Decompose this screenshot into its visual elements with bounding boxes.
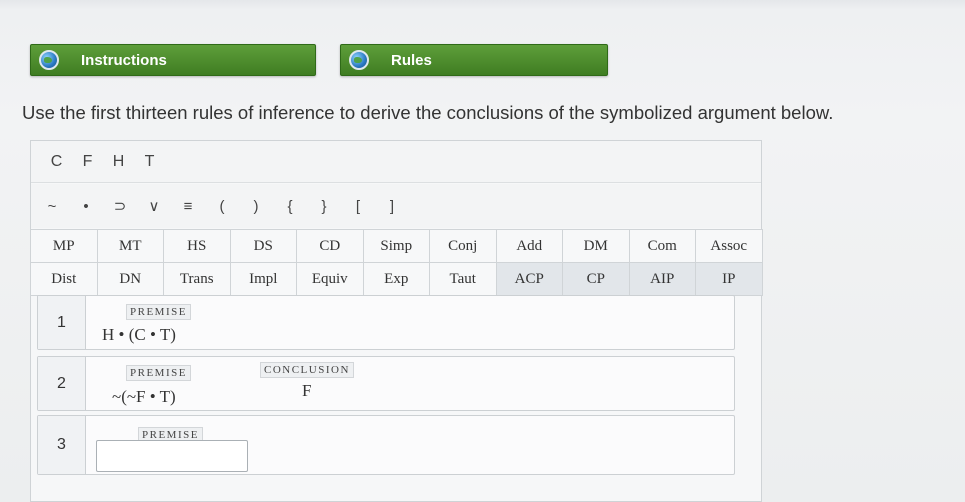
rules-tab-label: Rules	[391, 51, 432, 69]
premise-tag: PREMISE	[126, 304, 191, 320]
rules-tab[interactable]: Rules	[340, 44, 608, 76]
line-number: 1	[38, 296, 86, 349]
rule-aip-button[interactable]: AIP	[628, 262, 696, 296]
proof-panel: C F H T ~ • ⊃ ∨ ≡ ( ) { } [ ] MP MT HS D…	[30, 140, 763, 502]
symbol-tilde-button[interactable]: ~	[35, 198, 69, 215]
rule-dn-button[interactable]: DN	[96, 262, 164, 296]
rule-mp-button[interactable]: MP	[30, 229, 98, 263]
line-formula: ~(~F • T)	[112, 387, 176, 406]
globe-icon	[39, 50, 59, 70]
rule-dist-button[interactable]: Dist	[30, 262, 98, 296]
symbol-lparen-button[interactable]: (	[205, 198, 239, 215]
variable-button[interactable]: H	[103, 153, 134, 171]
rule-cd-button[interactable]: CD	[296, 229, 364, 263]
instructions-tab[interactable]: Instructions	[30, 44, 316, 76]
instructions-text: Use the first thirteen rules of inferenc…	[22, 102, 834, 123]
symbol-lbracket-button[interactable]: [	[341, 198, 375, 215]
globe-icon	[349, 50, 369, 70]
rule-conj-button[interactable]: Conj	[429, 229, 497, 263]
rule-ip-button[interactable]: IP	[695, 262, 763, 296]
symbol-lbrace-button[interactable]: {	[273, 198, 307, 215]
rule-mt-button[interactable]: MT	[96, 229, 164, 263]
rule-taut-button[interactable]: Taut	[429, 262, 497, 296]
variable-button[interactable]: F	[72, 153, 103, 171]
proof-line: 3 PREMISE	[37, 415, 735, 475]
premise-tag: PREMISE	[126, 365, 191, 381]
rule-exp-button[interactable]: Exp	[362, 262, 430, 296]
proof-line: 2 PREMISE ~(~F • T) CONCLUSION F	[37, 356, 735, 411]
instructions-tab-label: Instructions	[81, 51, 167, 69]
conclusion-formula: F	[302, 381, 312, 400]
line-number: 2	[38, 357, 86, 410]
formula-input[interactable]	[96, 440, 248, 472]
variable-button[interactable]: T	[134, 153, 165, 171]
symbol-triplebar-button[interactable]: ≡	[171, 198, 205, 215]
rules-grid: MP MT HS DS CD Simp Conj Add DM Com Asso…	[30, 229, 763, 296]
rule-acp-button[interactable]: ACP	[495, 262, 563, 296]
symbol-horseshoe-button[interactable]: ⊃	[103, 197, 137, 215]
proof-line: 1 PREMISE H • (C • T)	[37, 295, 735, 350]
symbol-rbracket-button[interactable]: ]	[375, 198, 409, 215]
rule-hs-button[interactable]: HS	[163, 229, 231, 263]
rule-cp-button[interactable]: CP	[562, 262, 630, 296]
symbol-rparen-button[interactable]: )	[239, 198, 273, 215]
rule-assoc-button[interactable]: Assoc	[695, 229, 763, 263]
variable-button[interactable]: C	[41, 153, 72, 171]
rule-ds-button[interactable]: DS	[229, 229, 297, 263]
rule-com-button[interactable]: Com	[628, 229, 696, 263]
symbol-rbrace-button[interactable]: }	[307, 198, 341, 215]
rule-dm-button[interactable]: DM	[562, 229, 630, 263]
rule-simp-button[interactable]: Simp	[362, 229, 430, 263]
rule-trans-button[interactable]: Trans	[163, 262, 231, 296]
conclusion-tag: CONCLUSION	[260, 362, 354, 378]
rule-equiv-button[interactable]: Equiv	[296, 262, 364, 296]
symbol-palette: ~ • ⊃ ∨ ≡ ( ) { } [ ]	[31, 184, 761, 228]
rule-add-button[interactable]: Add	[495, 229, 563, 263]
symbol-wedge-button[interactable]: ∨	[137, 197, 171, 215]
line-formula: H • (C • T)	[102, 325, 176, 344]
variable-palette: C F H T	[31, 141, 761, 183]
rule-impl-button[interactable]: Impl	[229, 262, 297, 296]
symbol-dot-button[interactable]: •	[69, 198, 103, 215]
line-number: 3	[38, 416, 86, 474]
